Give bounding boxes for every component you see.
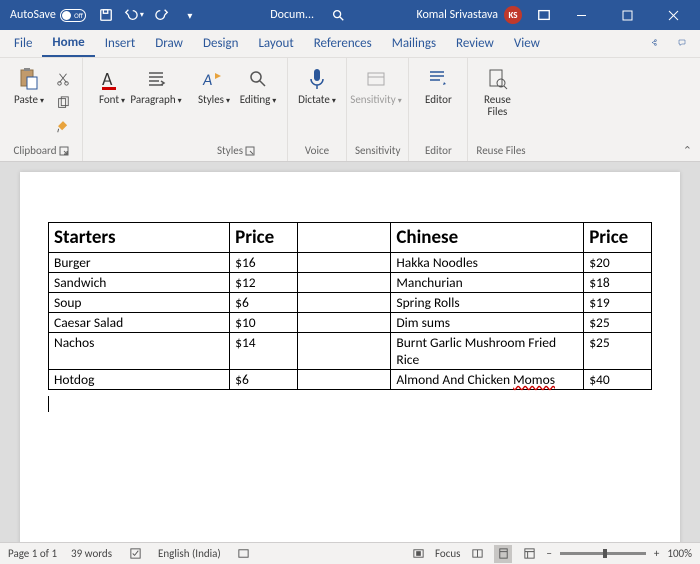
- group-voice: Dictate▾ Voice: [288, 58, 347, 161]
- focus-mode-button[interactable]: [409, 545, 427, 563]
- editor-button[interactable]: Editor: [417, 62, 459, 144]
- save-button[interactable]: [92, 0, 120, 30]
- word-count[interactable]: 39 words: [71, 547, 112, 560]
- format-painter-button[interactable]: [52, 116, 74, 138]
- table-row: Hotdog$6Almond And Chicken Momos$40: [49, 370, 652, 390]
- reuse-files-button[interactable]: Reuse Files: [476, 62, 518, 144]
- font-icon: A: [99, 66, 125, 92]
- tab-design[interactable]: Design: [193, 29, 248, 57]
- comments-button[interactable]: [668, 29, 696, 57]
- user-avatar: KS: [504, 6, 522, 24]
- autosave-label: AutoSave: [10, 8, 56, 22]
- document-page[interactable]: Starters Price Chinese Price Burger$16Ha…: [20, 172, 680, 542]
- status-bar: Page 1 of 1 39 words English (India) Foc…: [0, 542, 700, 564]
- dictate-button[interactable]: Dictate▾: [296, 62, 338, 144]
- redo-button[interactable]: [148, 0, 176, 30]
- table-row: Soup$6Spring Rolls$19: [49, 293, 652, 313]
- ribbon-home: Paste▾ Clipboard A Font▾ Paragraph▾ A St…: [0, 58, 700, 162]
- group-font-paragraph: A Font▾ Paragraph▾: [83, 58, 185, 161]
- web-layout-button[interactable]: [520, 545, 538, 563]
- search-button[interactable]: [324, 0, 352, 30]
- user-name: Komal Srivastava: [416, 8, 498, 22]
- zoom-level[interactable]: 100%: [667, 547, 692, 560]
- header-price-left[interactable]: Price: [230, 223, 298, 253]
- svg-text:A: A: [102, 68, 113, 90]
- zoom-out-button[interactable]: −: [546, 547, 551, 560]
- tab-insert[interactable]: Insert: [95, 29, 146, 57]
- collapse-ribbon-button[interactable]: ⌃: [683, 144, 692, 157]
- menu-table[interactable]: Starters Price Chinese Price Burger$16Ha…: [48, 222, 652, 390]
- paragraph-icon: [143, 66, 169, 92]
- table-row: Burger$16Hakka Noodles$20: [49, 253, 652, 273]
- reuse-files-icon: [484, 66, 510, 92]
- close-button[interactable]: [650, 0, 696, 30]
- autosave-toggle[interactable]: AutoSave Off: [4, 8, 92, 22]
- print-layout-button[interactable]: [494, 545, 512, 563]
- page-number[interactable]: Page 1 of 1: [8, 547, 57, 560]
- header-chinese[interactable]: Chinese: [391, 223, 584, 253]
- paragraph-button[interactable]: Paragraph▾: [135, 62, 177, 157]
- zoom-in-button[interactable]: +: [654, 547, 659, 560]
- customize-qat-button[interactable]: ▾: [176, 0, 204, 30]
- accessibility-button[interactable]: [235, 545, 253, 563]
- table-row: Sandwich$12Manchurian$18: [49, 273, 652, 293]
- document-area[interactable]: Starters Price Chinese Price Burger$16Ha…: [0, 162, 700, 542]
- share-button[interactable]: [640, 29, 668, 57]
- paste-button[interactable]: Paste▾: [8, 62, 50, 144]
- spellcheck-button[interactable]: [126, 545, 144, 563]
- copy-button[interactable]: [52, 92, 74, 114]
- header-starters[interactable]: Starters: [49, 223, 230, 253]
- tab-references[interactable]: References: [304, 29, 382, 57]
- document-title[interactable]: Docum...: [260, 8, 324, 22]
- table-row: Caesar Salad$10Dim sums$25: [49, 313, 652, 333]
- toggle-off-icon: Off: [60, 9, 86, 22]
- misspelled-word: Momos: [513, 371, 555, 388]
- table-header-row: Starters Price Chinese Price: [49, 223, 652, 253]
- tab-layout[interactable]: Layout: [248, 29, 303, 57]
- tab-review[interactable]: Review: [446, 29, 504, 57]
- editor-icon: [425, 66, 451, 92]
- group-sensitivity: Sensitivity▾ Sensitivity: [347, 58, 409, 161]
- dialog-launcher-icon[interactable]: [59, 146, 69, 156]
- tab-file[interactable]: File: [4, 29, 42, 57]
- sensitivity-button: Sensitivity▾: [355, 62, 397, 144]
- font-button[interactable]: A Font▾: [91, 62, 133, 157]
- tab-draw[interactable]: Draw: [145, 29, 193, 57]
- tab-mailings[interactable]: Mailings: [382, 29, 446, 57]
- minimize-button[interactable]: [558, 0, 604, 30]
- focus-label[interactable]: Focus: [435, 547, 460, 560]
- sensitivity-icon: [363, 66, 389, 92]
- cut-button[interactable]: [52, 68, 74, 90]
- paste-icon: [16, 66, 42, 92]
- group-styles: A Styles▾ Editing▾ Styles: [185, 58, 288, 161]
- dialog-launcher-icon[interactable]: [245, 146, 255, 156]
- undo-button[interactable]: ▾: [120, 0, 148, 30]
- group-clipboard: Paste▾ Clipboard: [0, 58, 83, 161]
- tab-view[interactable]: View: [504, 29, 550, 57]
- mic-icon: [304, 66, 330, 92]
- read-mode-button[interactable]: [468, 545, 486, 563]
- maximize-button[interactable]: [604, 0, 650, 30]
- styles-icon: A: [201, 66, 227, 92]
- ribbon-tabs: File Home Insert Draw Design Layout Refe…: [0, 30, 700, 58]
- tab-home[interactable]: Home: [42, 29, 94, 57]
- text-cursor: [48, 396, 49, 412]
- table-row: Nachos$14Burnt Garlic Mushroom Fried Ric…: [49, 333, 652, 370]
- styles-button[interactable]: A Styles▾: [193, 62, 235, 144]
- account-button[interactable]: Komal Srivastava KS: [408, 6, 530, 24]
- editing-icon: [245, 66, 271, 92]
- group-editor: Editor Editor: [409, 58, 468, 161]
- svg-text:A: A: [202, 71, 212, 90]
- header-price-right[interactable]: Price: [584, 223, 652, 253]
- group-reuse-files: Reuse Files Reuse Files: [468, 58, 533, 161]
- title-bar: AutoSave Off ▾ ▾ Docum... Komal Srivasta…: [0, 0, 700, 30]
- zoom-slider[interactable]: [560, 552, 646, 555]
- header-gap[interactable]: [297, 223, 390, 253]
- language-button[interactable]: English (India): [158, 547, 221, 560]
- editing-button[interactable]: Editing▾: [237, 62, 279, 144]
- ribbon-display-button[interactable]: [530, 0, 558, 30]
